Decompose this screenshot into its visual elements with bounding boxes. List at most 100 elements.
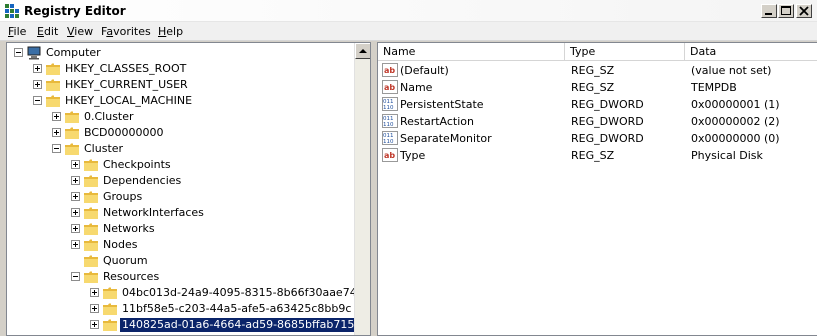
value-row[interactable]: 011 110 RestartAction REG_DWORD 0x00000002 … [378,113,817,130]
tree-node[interactable]: 140825ad-01a6-4664-ad59-8685bffab715 [7,317,358,333]
tree-node-label: Groups [103,190,143,203]
menu-file[interactable]: File [8,25,26,38]
value-name: SeparateMonitor [400,132,492,145]
tree-node[interactable]: 04bc013d-24a9-4095-8315-8b66f30aae74 [7,285,357,301]
expand-toggle-icon[interactable] [90,304,99,313]
expand-toggle-icon[interactable] [71,176,80,185]
title-bar[interactable]: Registry Editor [0,0,817,22]
value-type: REG_DWORD [571,115,644,128]
registry-editor-window: Registry Editor File Edit View Favorites… [0,0,817,336]
value-data: (value not set) [691,64,772,77]
expand-toggle-icon[interactable] [52,128,61,137]
folder-icon [84,223,98,235]
expand-toggle-icon[interactable] [71,160,80,169]
expand-toggle-icon[interactable] [33,64,42,73]
expand-toggle-icon[interactable] [33,80,42,89]
value-row[interactable]: ab Type REG_SZ Physical Disk [378,147,817,164]
value-row[interactable]: ab (Default) REG_SZ (value not set) [378,62,817,79]
computer-icon [27,46,41,60]
binary-value-icon: 011 110 [382,97,398,111]
folder-icon [84,255,98,267]
expand-toggle-icon[interactable] [52,112,61,121]
tree-node-label: Computer [46,46,101,59]
tree-node-label: 04bc013d-24a9-4095-8315-8b66f30aae74 [122,286,357,299]
tree-node[interactable]: Quorum [7,253,355,269]
svg-text:110: 110 [383,105,394,111]
folder-icon [84,207,98,219]
svg-text:ab: ab [384,151,395,160]
folder-icon [46,63,60,75]
tree-node-label: 11bf58e5-c203-44a5-afe5-a63425c8bb9c [122,302,352,315]
tree-node-label: Checkpoints [103,158,171,171]
value-type: REG_DWORD [571,98,644,111]
tree-vertical-scrollbar[interactable] [354,43,370,335]
tree-node[interactable]: HKEY_CLASSES_ROOT [7,61,355,77]
tree-node[interactable]: HKEY_CURRENT_USER [7,77,355,93]
maximize-button[interactable] [778,4,794,18]
tree-node[interactable]: Dependencies [7,173,355,189]
string-value-icon: ab [382,63,398,77]
tree-node[interactable]: HKEY_LOCAL_MACHINE [7,93,355,109]
column-header-data[interactable]: Data [685,43,817,61]
folder-icon [103,303,117,315]
collapse-toggle-icon[interactable] [33,96,42,105]
expand-toggle-icon[interactable] [90,320,99,329]
expand-toggle-icon[interactable] [71,208,80,217]
registry-editor-app-icon [5,4,19,18]
value-name: RestartAction [400,115,474,128]
collapse-toggle-icon[interactable] [71,272,80,281]
column-header-type[interactable]: Type [565,43,685,61]
tree-node[interactable]: 11bf58e5-c203-44a5-afe5-a63425c8bb9c [7,301,355,317]
value-type: REG_DWORD [571,132,644,145]
registry-tree-pane[interactable]: Computer HKEY_CLASSES_ROOT HKEY_CURRENT_… [6,42,371,336]
menu-bar: File Edit View Favorites Help [0,22,817,41]
collapse-toggle-icon[interactable] [52,144,61,153]
tree-node[interactable]: NetworkInterfaces [7,205,355,221]
expand-toggle-icon[interactable] [71,192,80,201]
folder-icon [84,271,98,283]
tree-node-label: BCD00000000 [84,126,164,139]
menu-edit[interactable]: Edit [37,25,58,38]
close-icon [799,6,809,16]
tree-node[interactable]: Checkpoints [7,157,355,173]
folder-icon [65,111,79,123]
tree-node[interactable]: 0.Cluster [7,109,355,125]
menu-help[interactable]: Help [158,25,183,38]
tree-node-label: Quorum [103,254,148,267]
value-name: Type [400,149,426,162]
maximize-icon [781,6,791,15]
scroll-up-button[interactable] [355,43,370,59]
menu-view[interactable]: View [67,25,93,38]
tree-node-label: HKEY_CURRENT_USER [65,78,188,91]
collapse-toggle-icon[interactable] [14,48,23,57]
value-data: TEMPDB [691,81,737,94]
value-row[interactable]: 011 110 PersistentState REG_DWORD 0x0000000… [378,96,817,113]
values-list-pane[interactable]: Name Type Data ab (Default) REG_SZ (value n… [377,42,817,336]
folder-icon [103,319,117,331]
expand-toggle-icon[interactable] [71,240,80,249]
tree-node[interactable]: Cluster [7,141,355,157]
minimize-icon [765,13,772,15]
value-row[interactable]: ab Name REG_SZ TEMPDB [378,79,817,96]
column-header-name[interactable]: Name [378,43,565,61]
string-value-icon: ab [382,148,398,162]
tree-node[interactable]: Networks [7,221,355,237]
window-title: Registry Editor [24,4,126,18]
folder-icon [84,191,98,203]
folder-icon [103,287,117,299]
binary-value-icon: 011 110 [382,131,398,145]
tree-node[interactable]: Computer [7,45,355,61]
folder-icon [84,159,98,171]
expand-toggle-icon[interactable] [71,224,80,233]
tree-node-label: Dependencies [103,174,182,187]
minimize-button[interactable] [761,4,777,18]
expand-toggle-icon[interactable] [90,288,99,297]
value-data: Physical Disk [691,149,763,162]
tree-node[interactable]: Nodes [7,237,355,253]
value-row[interactable]: 011 110 SeparateMonitor REG_DWORD 0x0000000… [378,130,817,147]
tree-node[interactable]: BCD00000000 [7,125,355,141]
close-button[interactable] [796,4,812,18]
menu-favorites[interactable]: Favorites [101,25,151,38]
tree-node[interactable]: Groups [7,189,355,205]
tree-node[interactable]: Resources [7,269,355,285]
